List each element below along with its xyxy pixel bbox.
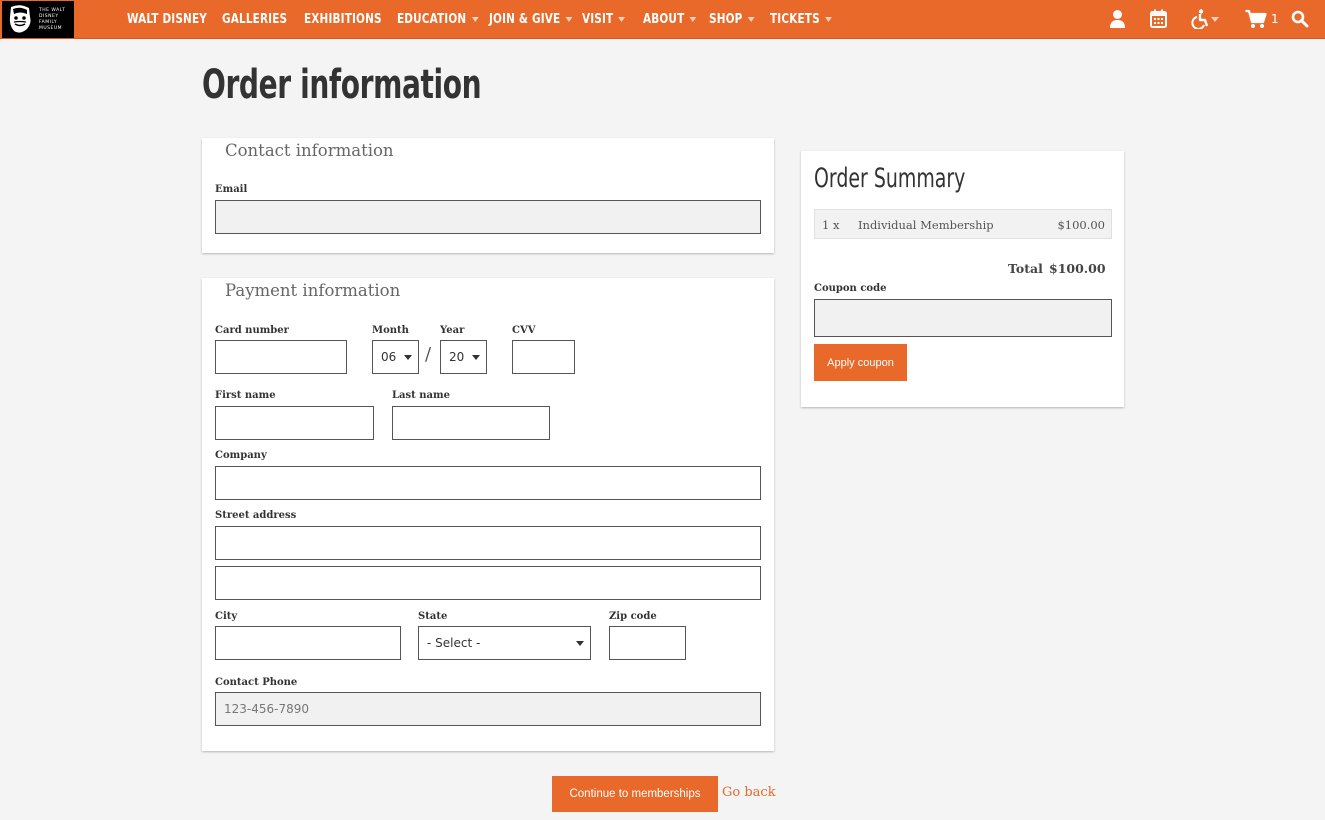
- company-label: Company: [215, 450, 267, 461]
- state-select[interactable]: - Select -: [418, 626, 591, 660]
- company-input[interactable]: [215, 466, 761, 500]
- coupon-label: Coupon code: [814, 283, 887, 294]
- search-icon[interactable]: [1291, 9, 1309, 29]
- card-number-label: Card number: [215, 325, 289, 336]
- chevron-down-icon: [747, 16, 755, 22]
- contact-heading: Contact information: [225, 141, 394, 160]
- total-value: $100.00: [1049, 261, 1106, 276]
- chevron-down-icon: [618, 16, 626, 22]
- top-nav: THE WALT DISNEY FAMILY MUSEUM WALT DISNE…: [0, 0, 1325, 39]
- chevron-down-icon[interactable]: [1211, 17, 1219, 22]
- state-label: State: [418, 611, 448, 622]
- cart-count-badge: 1: [1271, 12, 1279, 26]
- last-name-input[interactable]: [392, 406, 550, 440]
- continue-button[interactable]: Continue to memberships: [552, 776, 718, 812]
- total-label: Total: [1008, 261, 1043, 276]
- month-select[interactable]: 06: [372, 340, 419, 374]
- logo-text: THE WALT DISNEY FAMILY MUSEUM: [39, 7, 66, 31]
- date-separator: /: [425, 344, 432, 365]
- first-name-input[interactable]: [215, 406, 374, 440]
- nav-visit[interactable]: VISIT: [582, 0, 626, 39]
- page-title: Order information: [202, 62, 482, 108]
- first-name-label: First name: [215, 390, 276, 401]
- apply-coupon-button[interactable]: Apply coupon: [814, 344, 907, 381]
- nav-about[interactable]: ABOUT: [643, 0, 697, 39]
- walt-face-icon: [5, 3, 35, 36]
- chevron-down-icon: [471, 16, 479, 22]
- item-price: $100.00: [1057, 218, 1105, 232]
- user-icon[interactable]: [1109, 9, 1126, 29]
- nav-walt-disney[interactable]: WALT DISNEY: [127, 0, 207, 39]
- order-summary-title: Order Summary: [814, 163, 966, 194]
- dropdown-arrow-icon: [404, 355, 412, 360]
- accessibility-icon[interactable]: [1190, 9, 1210, 29]
- street-address-line1-input[interactable]: [215, 526, 761, 560]
- last-name-label: Last name: [392, 390, 450, 401]
- month-label: Month: [372, 325, 409, 336]
- cart-icon[interactable]: [1245, 9, 1267, 29]
- dropdown-arrow-icon: [472, 355, 480, 360]
- card-number-input[interactable]: [215, 340, 347, 374]
- nav-galleries[interactable]: GALLERIES: [222, 0, 287, 39]
- phone-label: Contact Phone: [215, 677, 298, 688]
- item-quantity: 1 x: [822, 218, 840, 232]
- museum-logo[interactable]: THE WALT DISNEY FAMILY MUSEUM: [2, 1, 74, 38]
- nav-shop[interactable]: SHOP: [709, 0, 755, 39]
- dropdown-arrow-icon: [576, 641, 584, 646]
- contact-phone-input[interactable]: [215, 692, 761, 726]
- zip-code-input[interactable]: [609, 626, 686, 660]
- zip-label: Zip code: [609, 611, 657, 622]
- calendar-icon[interactable]: [1150, 9, 1167, 29]
- nav-tickets[interactable]: TICKETS: [770, 0, 832, 39]
- go-back-link[interactable]: Go back: [722, 785, 776, 800]
- email-label: Email: [215, 184, 248, 195]
- year-label: Year: [440, 325, 465, 336]
- street-address-line2-input[interactable]: [215, 566, 761, 600]
- coupon-code-input[interactable]: [814, 299, 1112, 337]
- cvv-label: CVV: [512, 325, 536, 336]
- item-name: Individual Membership: [858, 218, 994, 232]
- street-label: Street address: [215, 510, 297, 521]
- city-input[interactable]: [215, 626, 401, 660]
- nav-join-give[interactable]: JOIN & GIVE: [489, 0, 573, 39]
- city-label: City: [215, 611, 238, 622]
- chevron-down-icon: [565, 16, 573, 22]
- cvv-input[interactable]: [512, 340, 575, 374]
- chevron-down-icon: [689, 16, 697, 22]
- nav-education[interactable]: EDUCATION: [397, 0, 479, 39]
- payment-heading: Payment information: [225, 281, 401, 300]
- chevron-down-icon: [824, 16, 832, 22]
- nav-exhibitions[interactable]: EXHIBITIONS: [304, 0, 382, 39]
- order-line-item: 1 x Individual Membership $100.00: [814, 209, 1112, 239]
- year-select[interactable]: 20: [440, 340, 487, 374]
- email-input[interactable]: [215, 200, 761, 234]
